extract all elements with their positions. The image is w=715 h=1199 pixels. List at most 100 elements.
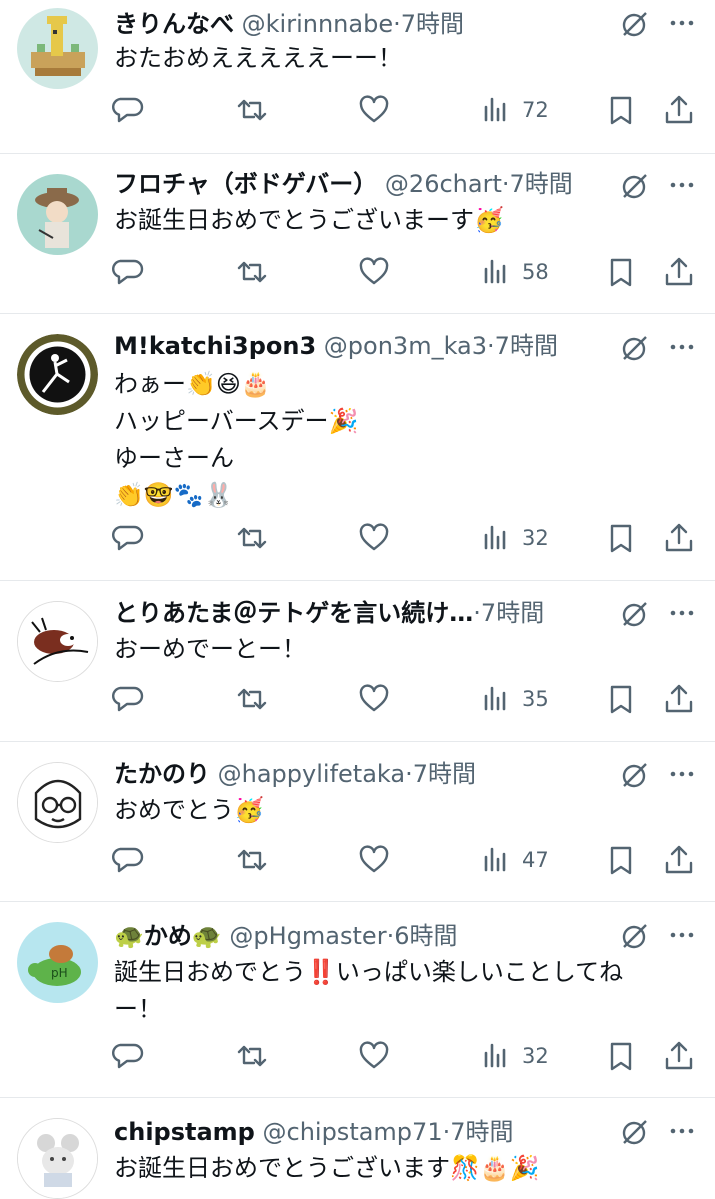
tweet[interactable]: とりあたま＠テトゲを言い続け…·7時間 おーめでーとー！ 35 [0, 581, 715, 742]
more-icon[interactable] [667, 332, 697, 362]
avatar[interactable]: pH [17, 922, 98, 1003]
user-handle[interactable]: @happylifetaka [218, 760, 405, 788]
more-icon[interactable] [667, 598, 697, 628]
user-handle[interactable]: @pHgmaster [229, 922, 386, 950]
user-handle[interactable]: @pon3m_ka3 [324, 332, 487, 360]
avatar[interactable] [17, 601, 98, 682]
tweet-header: とりあたま＠テトゲを言い続け…·7時間 [114, 595, 615, 631]
share-icon [665, 845, 693, 874]
more-icon[interactable] [667, 8, 697, 38]
grok-icon[interactable] [619, 10, 649, 40]
user-handle[interactable]: @26chart [385, 170, 502, 198]
retweet-button[interactable] [235, 1038, 269, 1074]
reply-icon [112, 97, 144, 123]
like-icon [359, 257, 389, 285]
retweet-button[interactable] [235, 92, 269, 128]
views-button[interactable]: 32 [480, 520, 549, 556]
grok-icon[interactable] [619, 761, 649, 791]
grok-icon[interactable] [619, 922, 649, 952]
timestamp[interactable]: 7時間 [413, 760, 476, 788]
more-icon[interactable] [667, 170, 697, 200]
retweet-button[interactable] [235, 520, 269, 556]
grok-icon[interactable] [619, 1118, 649, 1148]
avatar[interactable] [17, 174, 98, 255]
action-bar: 58 [110, 254, 703, 290]
like-icon [359, 95, 389, 123]
display-name[interactable]: きりんなべ [114, 10, 234, 38]
grok-icon[interactable] [619, 600, 649, 630]
display-name[interactable]: 🐢かめ🐢 [114, 922, 222, 950]
share-button[interactable] [662, 1038, 696, 1074]
grok-icon[interactable] [619, 172, 649, 202]
timestamp[interactable]: 6時間 [394, 922, 457, 950]
user-handle[interactable]: @kirinnnabe [242, 10, 393, 38]
more-icon[interactable] [667, 759, 697, 789]
bookmark-button[interactable] [604, 92, 638, 128]
tweet[interactable]: きりんなべ @kirinnnabe·7時間 おたおめえええええーー！ 72 [0, 0, 715, 154]
more-icon[interactable] [667, 920, 697, 950]
display-name[interactable]: M!katchi3pon3 [114, 332, 316, 360]
retweet-button[interactable] [235, 254, 269, 290]
timestamp[interactable]: 7時間 [495, 332, 558, 360]
bookmark-button[interactable] [604, 1038, 638, 1074]
views-button[interactable]: 32 [480, 1038, 549, 1074]
tweet-header: chipstamp @chipstamp71·7時間 [114, 1114, 575, 1150]
retweet-icon [237, 261, 267, 283]
like-button[interactable] [357, 254, 391, 290]
bookmark-button[interactable] [604, 842, 638, 878]
retweet-button[interactable] [235, 842, 269, 878]
views-button[interactable]: 47 [480, 842, 549, 878]
tweet[interactable]: たかのり @happylifetaka·7時間 おめでとう🥳 47 [0, 742, 715, 902]
avatar[interactable] [17, 762, 98, 843]
like-button[interactable] [357, 681, 391, 717]
like-button[interactable] [357, 1038, 391, 1074]
tweet[interactable]: M!katchi3pon3 @pon3m_ka3·7時間 わぁー👏😆🎂 ハッピー… [0, 314, 715, 581]
share-button[interactable] [662, 681, 696, 717]
reply-button[interactable] [110, 254, 144, 290]
bookmark-button[interactable] [604, 681, 638, 717]
view-count: 32 [522, 526, 549, 550]
display-name[interactable]: とりあたま＠テトゲを言い続け… [114, 599, 473, 627]
share-button[interactable] [662, 92, 696, 128]
tweet-text-line: お誕生日おめでとうございます🎊🎂🎉 [114, 1154, 540, 1182]
reply-button[interactable] [110, 520, 144, 556]
share-button[interactable] [662, 520, 696, 556]
retweet-button[interactable] [235, 681, 269, 717]
tweet[interactable]: pH 🐢かめ🐢 @pHgmaster·6時間 誕生日おめでとう‼️いっぱい楽しい… [0, 902, 715, 1098]
reply-button[interactable] [110, 681, 144, 717]
tweet-text-line: ー！ [114, 995, 162, 1023]
like-button[interactable] [357, 842, 391, 878]
views-button[interactable]: 58 [480, 254, 549, 290]
timestamp[interactable]: 7時間 [481, 599, 544, 627]
tweet[interactable]: chipstamp @chipstamp71·7時間 お誕生日おめでとうございま… [0, 1098, 715, 1199]
like-icon [359, 1041, 389, 1069]
reply-icon [112, 686, 144, 712]
reply-button[interactable] [110, 92, 144, 128]
timestamp[interactable]: 7時間 [510, 170, 573, 198]
views-icon [484, 686, 506, 711]
display-name[interactable]: chipstamp [114, 1118, 255, 1146]
reply-button[interactable] [110, 1038, 144, 1074]
avatar[interactable] [17, 1118, 98, 1199]
display-name[interactable]: たかのり [114, 760, 210, 788]
display-name[interactable]: フロチャ（ボドゲバー） [114, 170, 377, 198]
views-button[interactable]: 35 [480, 681, 549, 717]
reply-button[interactable] [110, 842, 144, 878]
timestamp[interactable]: 7時間 [401, 10, 464, 38]
avatar[interactable] [17, 334, 98, 415]
tweet-text-line: 誕生日おめでとう‼️いっぱい楽しいことしてね [114, 958, 624, 986]
avatar[interactable] [17, 8, 98, 89]
bookmark-button[interactable] [604, 520, 638, 556]
share-button[interactable] [662, 842, 696, 878]
grok-icon[interactable] [619, 334, 649, 364]
timestamp[interactable]: 7時間 [450, 1118, 513, 1146]
share-button[interactable] [662, 254, 696, 290]
like-button[interactable] [357, 520, 391, 556]
bookmark-button[interactable] [604, 254, 638, 290]
user-handle[interactable]: @chipstamp71 [263, 1118, 443, 1146]
views-button[interactable]: 72 [480, 92, 549, 128]
share-icon [665, 684, 693, 713]
like-button[interactable] [357, 92, 391, 128]
more-icon[interactable] [667, 1116, 697, 1146]
tweet[interactable]: フロチャ（ボドゲバー） @26chart·7時間 お誕生日おめでとうございまーす… [0, 154, 715, 314]
